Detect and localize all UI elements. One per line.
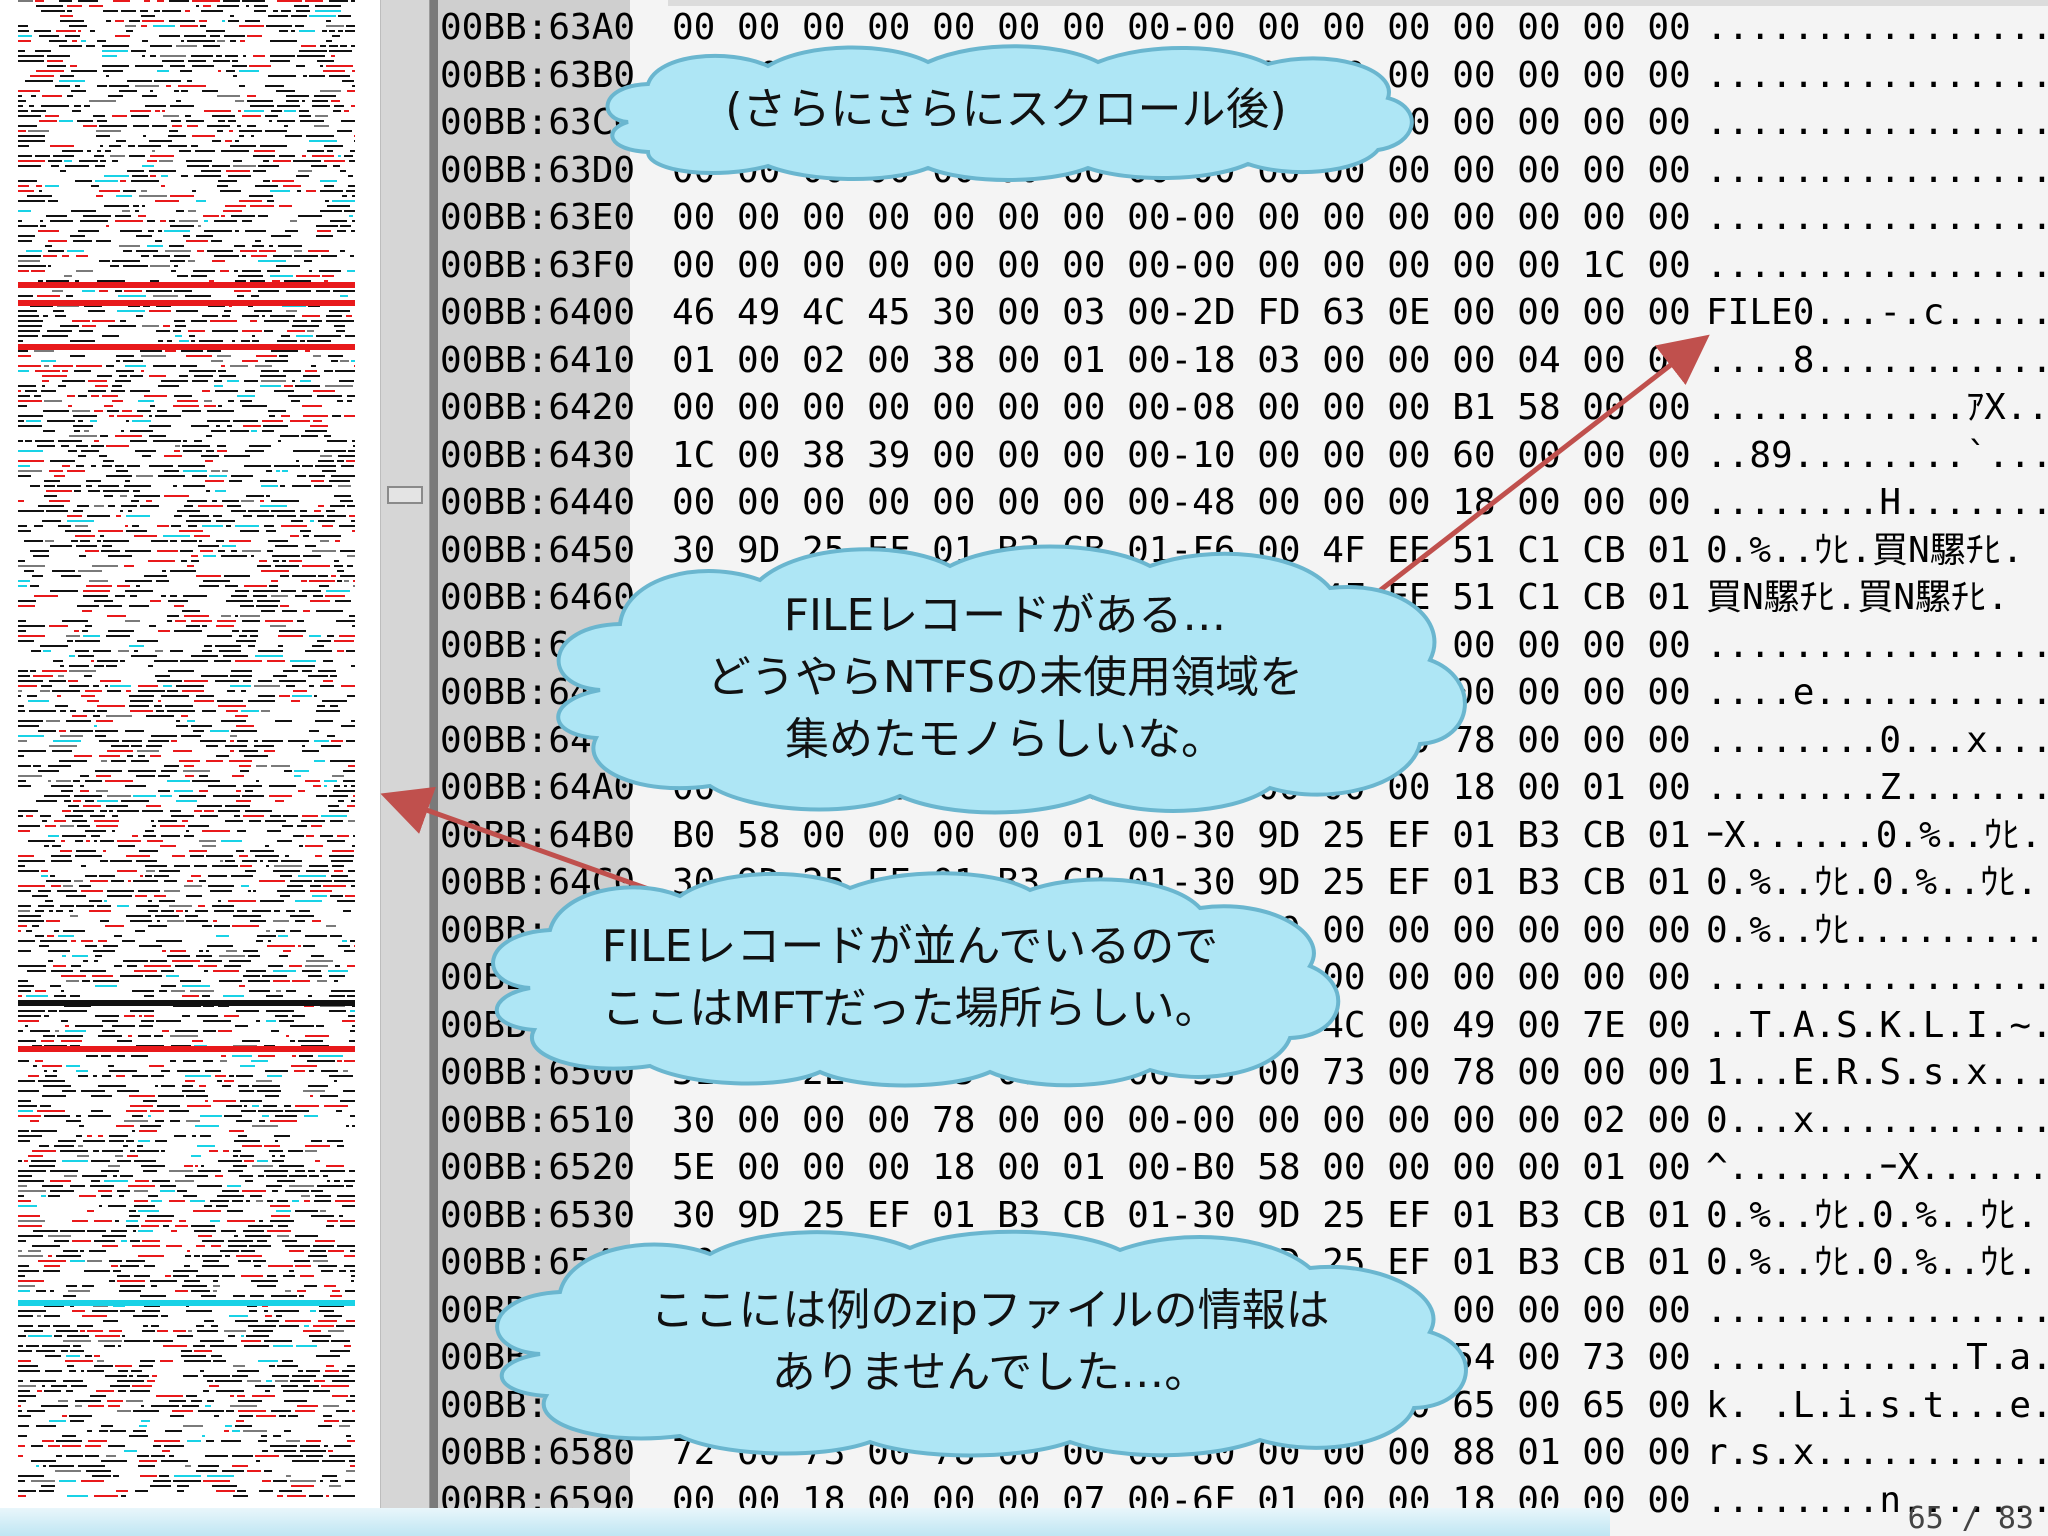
callout-mft-text: FILEレコードが並んでいるので ここはMFTだった場所らしい。 (601, 921, 1219, 1034)
callout-no-zip-text: ここには例のzipファイルの情報は ありませんでした…。 (650, 1285, 1330, 1398)
page-indicator: 65 / 83 (1907, 1501, 2034, 1536)
callout-file-record-text: FILEレコードがある… どうやらNTFSの未使用領域を 集めたモノらしいな。 (706, 590, 1304, 765)
callout-file-record: FILEレコードがある… どうやらNTFSの未使用領域を 集めたモノらしいな。 (530, 540, 1480, 816)
callout-scroll-note: (さらにさらにスクロール後) (588, 40, 1424, 182)
callout-mft: FILEレコードが並んでいるので ここはMFTだった場所らしい。 (470, 868, 1350, 1088)
callout-scroll-note-text: (さらにさらにスクロール後) (725, 84, 1287, 135)
callout-no-zip: ここには例のzipファイルの情報は ありませんでした…。 (470, 1226, 1510, 1458)
slide-footer-bar (0, 1508, 1610, 1536)
